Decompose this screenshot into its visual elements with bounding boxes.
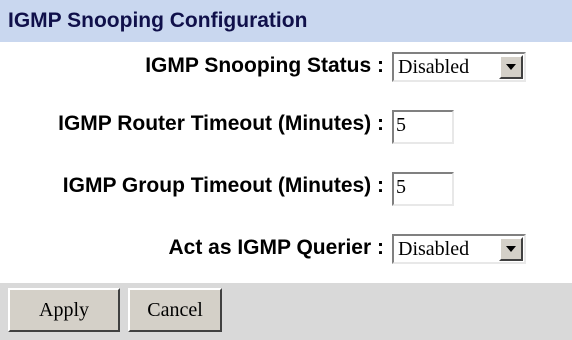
querier-select[interactable]: Disabled (392, 234, 526, 264)
querier-row: Act as IGMP Querier : Disabled (0, 226, 572, 270)
button-bar: Apply Cancel (0, 283, 572, 340)
group-timeout-label: IGMP Group Timeout (Minutes) : (62, 174, 384, 197)
router-timeout-input[interactable]: 5 (392, 110, 454, 144)
router-timeout-row: IGMP Router Timeout (Minutes) : 5 (0, 102, 572, 146)
querier-label: Act as IGMP Querier : (168, 236, 384, 259)
group-timeout-input[interactable]: 5 (392, 172, 454, 206)
section-header: IGMP Snooping Configuration (0, 0, 572, 42)
querier-value: Disabled (398, 237, 470, 260)
chevron-down-icon[interactable] (499, 237, 523, 261)
snooping-status-value: Disabled (398, 55, 470, 78)
snooping-status-select[interactable]: Disabled (392, 52, 526, 82)
apply-button[interactable]: Apply (8, 288, 120, 332)
snooping-status-label: IGMP Snooping Status : (145, 54, 384, 77)
cancel-button[interactable]: Cancel (128, 288, 222, 332)
group-timeout-row: IGMP Group Timeout (Minutes) : 5 (0, 164, 572, 208)
router-timeout-label: IGMP Router Timeout (Minutes) : (58, 112, 384, 135)
igmp-snooping-panel: IGMP Snooping Configuration IGMP Snoopin… (0, 0, 572, 340)
snooping-status-row: IGMP Snooping Status : Disabled (0, 44, 572, 88)
section-title: IGMP Snooping Configuration (8, 9, 308, 32)
chevron-down-icon[interactable] (499, 55, 523, 79)
